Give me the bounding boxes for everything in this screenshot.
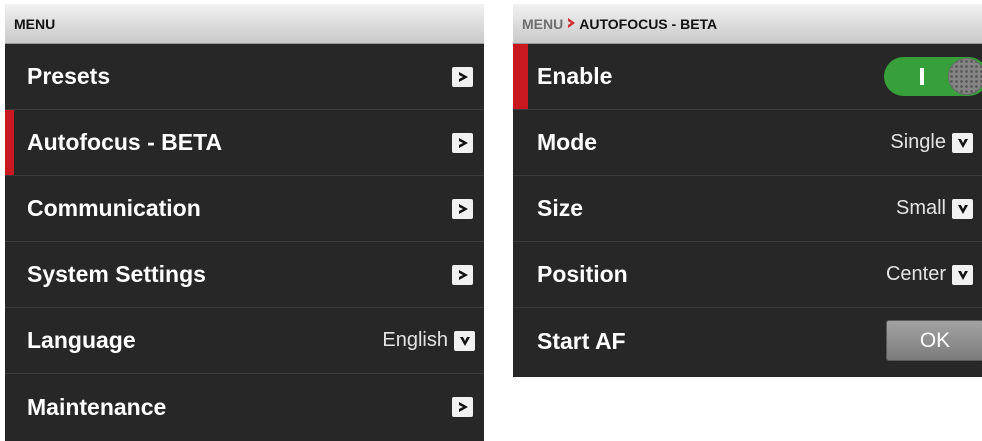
position-dropdown[interactable]: Center <box>886 263 973 286</box>
ok-button[interactable]: OK <box>886 320 982 361</box>
language-dropdown[interactable]: English <box>382 329 475 352</box>
chevron-right-icon[interactable] <box>452 397 473 417</box>
menu-item-communication[interactable]: Communication <box>5 176 484 242</box>
size-dropdown[interactable]: Small <box>896 197 973 220</box>
chevron-down-icon[interactable] <box>454 330 475 351</box>
menu-item-system-settings[interactable]: System Settings <box>5 242 484 308</box>
breadcrumb: MENU AUTOFOCUS - BETA <box>513 4 982 44</box>
autofocus-panel: MENU AUTOFOCUS - BETA Enable Mode Single… <box>513 4 982 377</box>
setting-enable[interactable]: Enable <box>513 44 982 110</box>
language-value: English <box>382 329 448 351</box>
setting-label: Position <box>537 261 628 287</box>
breadcrumb-separator-icon <box>567 17 576 31</box>
menu-item-label: Language <box>27 327 136 353</box>
menu-item-language[interactable]: Language English <box>5 308 484 374</box>
mode-value: Single <box>890 131 946 153</box>
menu-title: MENU <box>14 15 56 32</box>
main-menu-panel: MENU Presets Autofocus - BETA Communicat… <box>5 4 484 441</box>
menu-item-label: Maintenance <box>27 393 167 420</box>
size-value: Small <box>895 197 946 219</box>
chevron-right-icon[interactable] <box>452 66 473 87</box>
menu-item-label: Presets <box>27 63 111 89</box>
mode-dropdown[interactable]: Single <box>890 131 973 154</box>
setting-label: Mode <box>537 129 598 155</box>
setting-size[interactable]: Size Small <box>513 176 982 242</box>
toggle-knob[interactable] <box>948 58 982 95</box>
chevron-down-icon[interactable] <box>952 264 973 285</box>
setting-mode[interactable]: Mode Single <box>513 110 982 176</box>
setting-start-af[interactable]: Start AF OK <box>513 308 982 374</box>
breadcrumb-root[interactable]: MENU <box>522 16 563 32</box>
chevron-down-icon[interactable] <box>952 198 973 219</box>
menu-item-maintenance[interactable]: Maintenance <box>5 374 484 440</box>
menu-item-label: Autofocus - BETA <box>27 129 223 155</box>
toggle-on-indicator <box>920 68 924 85</box>
chevron-down-icon[interactable] <box>952 132 973 153</box>
menu-item-presets[interactable]: Presets <box>5 44 484 110</box>
menu-item-label: Communication <box>27 195 201 221</box>
setting-label: Size <box>537 195 584 221</box>
menu-item-autofocus[interactable]: Autofocus - BETA <box>5 110 484 176</box>
position-value: Center <box>885 263 946 285</box>
menu-item-label: System Settings <box>27 261 206 287</box>
chevron-right-icon[interactable] <box>452 132 473 153</box>
chevron-right-icon[interactable] <box>452 198 473 219</box>
setting-position[interactable]: Position Center <box>513 242 982 308</box>
menu-header: MENU <box>5 4 484 44</box>
breadcrumb-current: AUTOFOCUS - BETA <box>579 15 718 32</box>
chevron-right-icon[interactable] <box>452 264 473 285</box>
enable-toggle[interactable] <box>884 57 982 96</box>
